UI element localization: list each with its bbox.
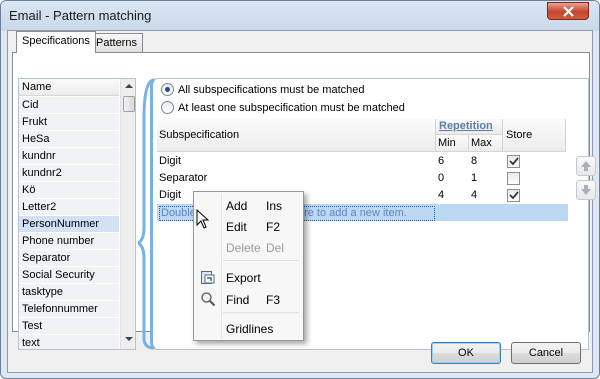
menu-item-delete[interactable]: Delete Del xyxy=(196,237,301,257)
grid-cell-max[interactable]: 8 xyxy=(469,153,503,170)
magnifier-icon xyxy=(201,292,216,307)
close-button[interactable] xyxy=(547,2,589,20)
mouse-cursor-icon xyxy=(196,209,210,229)
menu-item-edit[interactable]: Edit F2 xyxy=(196,216,301,236)
radio-at-least-one[interactable]: At least one subspecification must be ma… xyxy=(161,100,405,115)
column-header-store[interactable]: Store xyxy=(503,119,566,152)
menu-item-add[interactable]: Add Ins xyxy=(196,195,301,215)
menu-item-export[interactable]: Export xyxy=(196,267,301,287)
pattern-list-item[interactable]: Kö xyxy=(19,182,119,199)
pattern-list-item[interactable]: Cid xyxy=(19,97,119,114)
menu-item-gridlines[interactable]: Gridlines xyxy=(196,318,301,338)
ok-button[interactable]: OK xyxy=(431,342,501,364)
menu-item-label: Add xyxy=(226,199,248,213)
move-up-button[interactable] xyxy=(576,156,596,176)
tab-specifications[interactable]: Specifications xyxy=(16,31,96,53)
radio-button-selected[interactable] xyxy=(161,83,174,96)
menu-separator xyxy=(223,312,299,313)
radio-button[interactable] xyxy=(161,101,174,114)
grid-cell-max[interactable]: 4 xyxy=(469,187,503,204)
cancel-button[interactable]: Cancel xyxy=(511,342,581,364)
close-icon xyxy=(563,6,574,17)
title-bar[interactable]: Email - Pattern matching xyxy=(1,1,599,31)
pattern-list-item[interactable]: text xyxy=(19,335,119,349)
column-header-subspecification[interactable]: Subspecification xyxy=(157,119,436,152)
grid-cell-min[interactable]: 6 xyxy=(436,153,469,170)
menu-item-label: Delete xyxy=(226,241,261,255)
radio-all-must-match[interactable]: All subspecifications must be matched xyxy=(161,82,364,97)
grid-cell-min[interactable]: 0 xyxy=(436,170,469,187)
arrow-down-icon xyxy=(581,185,591,195)
menu-item-shortcut: F2 xyxy=(266,220,281,234)
checkmark-icon xyxy=(509,191,519,200)
pattern-list-item[interactable]: Telefonnummer xyxy=(19,301,119,318)
column-header-min[interactable]: Min xyxy=(436,135,469,152)
menu-separator xyxy=(223,260,299,261)
menu-item-shortcut: Del xyxy=(266,241,285,255)
pattern-list-scrollbar[interactable] xyxy=(120,79,135,349)
window-title: Email - Pattern matching xyxy=(9,8,152,23)
scroll-down-arrow-icon[interactable] xyxy=(125,337,133,341)
pattern-list-item[interactable]: Phone number xyxy=(19,233,119,250)
pattern-list-item[interactable]: kundnr xyxy=(19,148,119,165)
grid-cell-subspecification[interactable]: Separator xyxy=(157,170,436,187)
column-header-max[interactable]: Max xyxy=(469,135,503,152)
store-checkbox[interactable] xyxy=(507,172,520,185)
scroll-up-arrow-icon[interactable] xyxy=(125,84,133,88)
menu-item-shortcut: Ins xyxy=(266,199,283,213)
tab-patterns[interactable]: Patterns xyxy=(90,33,143,52)
pattern-list-item[interactable]: Social Security xyxy=(19,267,119,284)
pattern-list-item[interactable]: PersonNummer xyxy=(19,216,119,233)
pattern-list-item[interactable]: HeSa xyxy=(19,131,119,148)
menu-item-label: Gridlines xyxy=(226,322,274,336)
arrow-up-icon xyxy=(581,161,591,171)
store-checkbox-checked[interactable] xyxy=(507,189,520,202)
pattern-list-header[interactable]: Name xyxy=(19,79,119,96)
grid-cell-max[interactable]: 1 xyxy=(469,170,503,187)
menu-item-label: Find xyxy=(226,293,250,307)
pattern-list-item[interactable]: tasktype xyxy=(19,284,119,301)
menu-item-shortcut: F3 xyxy=(266,293,281,307)
menu-item-label: Edit xyxy=(226,220,247,234)
grid-cell-subspecification[interactable]: Digit xyxy=(157,153,436,170)
pattern-list-item[interactable]: Frukt xyxy=(19,114,119,131)
column-header-repetition[interactable]: Repetition xyxy=(436,119,503,135)
pattern-list-item[interactable]: Separator xyxy=(19,250,119,267)
export-icon xyxy=(201,271,215,284)
scroll-thumb[interactable] xyxy=(123,96,135,112)
menu-item-find[interactable]: Find F3 xyxy=(196,289,301,309)
pattern-list-item[interactable]: Test xyxy=(19,318,119,335)
pattern-list-item[interactable]: Letter2 xyxy=(19,199,119,216)
store-checkbox-checked[interactable] xyxy=(507,155,520,168)
checkmark-icon xyxy=(509,157,519,166)
pattern-list[interactable]: Name Cid Frukt HeSa kundnr kundnr2 Kö Letter2 P… xyxy=(18,78,136,350)
menu-item-label: Export xyxy=(226,271,261,285)
move-down-button[interactable] xyxy=(576,180,596,200)
grid-cell-min[interactable]: 4 xyxy=(436,187,469,204)
pattern-list-item[interactable]: kundnr2 xyxy=(19,165,119,182)
